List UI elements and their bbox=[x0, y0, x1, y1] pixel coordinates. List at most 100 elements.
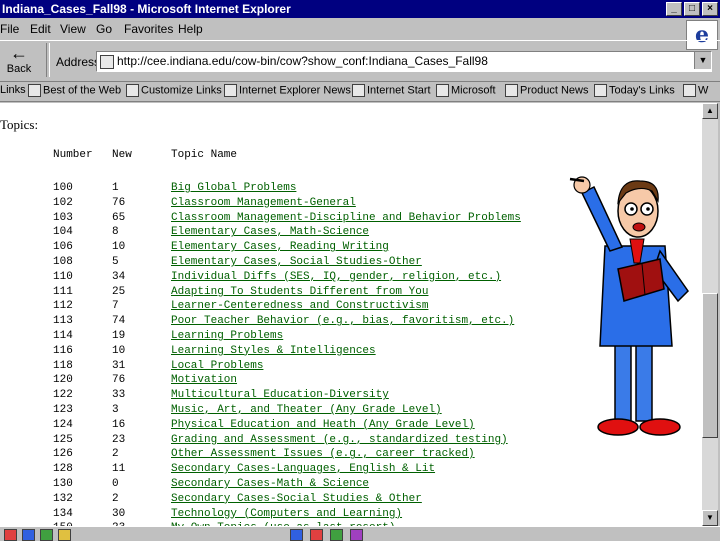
topic-link[interactable]: Poor Teacher Behavior (e.g., bias, favor… bbox=[171, 315, 514, 327]
link-ie-news[interactable]: Internet Explorer News bbox=[224, 84, 351, 97]
topic-number: 104 bbox=[53, 226, 73, 239]
table-row: 123 3 Music, Art, and Theater (Any Grade L… bbox=[0, 404, 600, 419]
links-label: Links bbox=[0, 84, 26, 96]
scroll-thumb[interactable] bbox=[702, 293, 718, 438]
column-header-topic: Topic Name bbox=[171, 149, 238, 161]
topic-link[interactable]: Elementary Cases, Math-Science bbox=[171, 226, 369, 238]
topic-new-count: 76 bbox=[112, 374, 126, 387]
link-best-of-web[interactable]: Best of the Web bbox=[28, 84, 121, 97]
topic-link[interactable]: Secondary Cases-Math & Science bbox=[171, 478, 369, 490]
menu-view[interactable]: View bbox=[60, 22, 86, 36]
taskbar-icon[interactable] bbox=[40, 529, 53, 541]
topic-link[interactable]: Technology (Computers and Learning) bbox=[171, 508, 402, 520]
table-row: 111 25 Adapting To Students Different from… bbox=[0, 286, 600, 301]
topic-number: 114 bbox=[53, 330, 73, 342]
topic-link[interactable]: Big Global Problems bbox=[171, 182, 296, 194]
topic-link[interactable]: Motivation bbox=[171, 374, 237, 386]
topic-link[interactable]: Learning Problems bbox=[171, 330, 283, 342]
address-label: Address bbox=[56, 55, 101, 69]
column-header-number: Number bbox=[53, 149, 93, 161]
taskbar-icon[interactable] bbox=[350, 529, 363, 541]
topic-number: 102 bbox=[53, 196, 73, 209]
topic-link[interactable]: Music, Art, and Theater (Any Grade Level… bbox=[171, 404, 442, 416]
menu-go[interactable]: Go bbox=[96, 22, 112, 36]
link-todays-links[interactable]: Today's Links bbox=[594, 84, 675, 97]
topic-new-count: 7 bbox=[112, 300, 119, 313]
toolbar-separator bbox=[46, 43, 50, 77]
table-row: 106 10 Elementary Cases, Reading Writing bbox=[0, 241, 600, 256]
minimize-button[interactable]: _ bbox=[666, 2, 682, 16]
window-title: Indiana_Cases_Fall98 - Microsoft Interne… bbox=[2, 2, 291, 16]
back-arrow-icon: ← bbox=[10, 43, 28, 63]
topic-link[interactable]: Multicultural Education-Diversity bbox=[171, 389, 389, 401]
table-row: 102 76 Classroom Management-General bbox=[0, 197, 600, 212]
table-row: 114 19 Learning Problems bbox=[0, 330, 600, 345]
topic-number: 118 bbox=[53, 359, 73, 372]
topic-link[interactable]: Grading and Assessment (e.g., standardiz… bbox=[171, 434, 508, 446]
topic-link[interactable]: Adapting To Students Different from You bbox=[171, 286, 428, 298]
address-dropdown-button[interactable]: ▼ bbox=[694, 52, 711, 69]
topic-new-count: 0 bbox=[112, 478, 119, 490]
topic-new-count: 25 bbox=[112, 285, 126, 298]
menu-favorites[interactable]: Favorites bbox=[124, 22, 173, 36]
link-internet-start[interactable]: Internet Start bbox=[352, 84, 431, 97]
topic-link[interactable]: Individual Diffs (SES, IQ, gender, relig… bbox=[171, 271, 501, 283]
link-microsoft[interactable]: Microsoft bbox=[436, 84, 496, 97]
table-row: 130 0 Secondary Cases-Math & Science bbox=[0, 478, 600, 493]
link-label: Customize Links bbox=[141, 84, 222, 97]
taskbar-icon[interactable] bbox=[4, 529, 17, 541]
topic-new-count: 34 bbox=[112, 270, 126, 283]
topic-link[interactable]: Learning Styles & Intelligences bbox=[171, 345, 376, 357]
table-row: 134 30 Technology (Computers and Learning) bbox=[0, 508, 600, 523]
topic-number: 106 bbox=[53, 241, 73, 254]
vertical-scrollbar[interactable]: ▲ ▼ bbox=[702, 103, 718, 526]
close-button[interactable]: × bbox=[702, 2, 718, 16]
topic-link[interactable]: Secondary Cases-Languages, English & Lit bbox=[171, 463, 435, 475]
menu-edit[interactable]: Edit bbox=[30, 22, 51, 36]
topic-link[interactable]: Other Assessment Issues (e.g., career tr… bbox=[171, 448, 475, 460]
topic-number: 126 bbox=[53, 448, 73, 461]
link-customize-links[interactable]: Customize Links bbox=[126, 84, 222, 97]
scroll-up-button[interactable]: ▲ bbox=[702, 103, 718, 119]
topic-number: 100 bbox=[53, 182, 73, 194]
topic-link[interactable]: Elementary Cases, Social Studies-Other bbox=[171, 256, 422, 268]
maximize-button[interactable]: □ bbox=[684, 2, 700, 16]
scroll-down-button[interactable]: ▼ bbox=[702, 510, 718, 526]
topic-number: 108 bbox=[53, 256, 73, 268]
taskbar-icon[interactable] bbox=[330, 529, 343, 541]
taskbar-icon[interactable] bbox=[290, 529, 303, 541]
topic-link[interactable]: Physical Education and Heath (Any Grade … bbox=[171, 419, 475, 431]
link-more[interactable]: W bbox=[683, 84, 708, 97]
taskbar-icon[interactable] bbox=[58, 529, 71, 541]
topic-number: 125 bbox=[53, 433, 73, 446]
topic-new-count: 23 bbox=[112, 433, 126, 446]
topic-new-count: 74 bbox=[112, 315, 126, 328]
topic-new-count: 2 bbox=[112, 492, 119, 505]
topic-link[interactable]: Elementary Cases, Reading Writing bbox=[171, 241, 389, 253]
page-icon bbox=[100, 55, 114, 69]
menu-file[interactable]: File bbox=[0, 22, 19, 36]
page-content: Topics: Number New Topic Name 100 1 Big Gl… bbox=[0, 103, 702, 526]
menu-help[interactable]: Help bbox=[178, 22, 203, 36]
taskbar-icon[interactable] bbox=[310, 529, 323, 541]
taskbar-icon[interactable] bbox=[22, 529, 35, 541]
topic-link[interactable]: Secondary Cases-Social Studies & Other bbox=[171, 493, 422, 505]
address-input[interactable]: http://cee.indiana.edu/cow-bin/cow?show_… bbox=[96, 51, 712, 72]
page-heading: Topics: bbox=[0, 117, 39, 132]
topic-link[interactable]: Learner-Centeredness and Constructivism bbox=[171, 300, 428, 312]
topic-number: 120 bbox=[53, 374, 73, 387]
topic-link[interactable]: Local Problems bbox=[171, 360, 263, 372]
page-icon bbox=[505, 84, 518, 97]
links-bar: Links Best of the Web Customize Links In… bbox=[0, 80, 720, 102]
toolbar: ← Back Address http://cee.indiana.edu/co… bbox=[0, 40, 720, 82]
link-product-news[interactable]: Product News bbox=[505, 84, 588, 97]
address-url: http://cee.indiana.edu/cow-bin/cow?show_… bbox=[117, 54, 488, 68]
back-button[interactable]: ← Back bbox=[4, 43, 34, 77]
topic-number: 122 bbox=[53, 389, 73, 402]
topic-new-count: 1 bbox=[112, 182, 119, 194]
topic-link[interactable]: Classroom Management-Discipline and Beha… bbox=[171, 212, 521, 224]
topic-number: 128 bbox=[53, 463, 73, 476]
topic-number: 124 bbox=[53, 418, 73, 431]
link-label: Today's Links bbox=[609, 84, 675, 97]
topic-link[interactable]: Classroom Management-General bbox=[171, 197, 356, 209]
